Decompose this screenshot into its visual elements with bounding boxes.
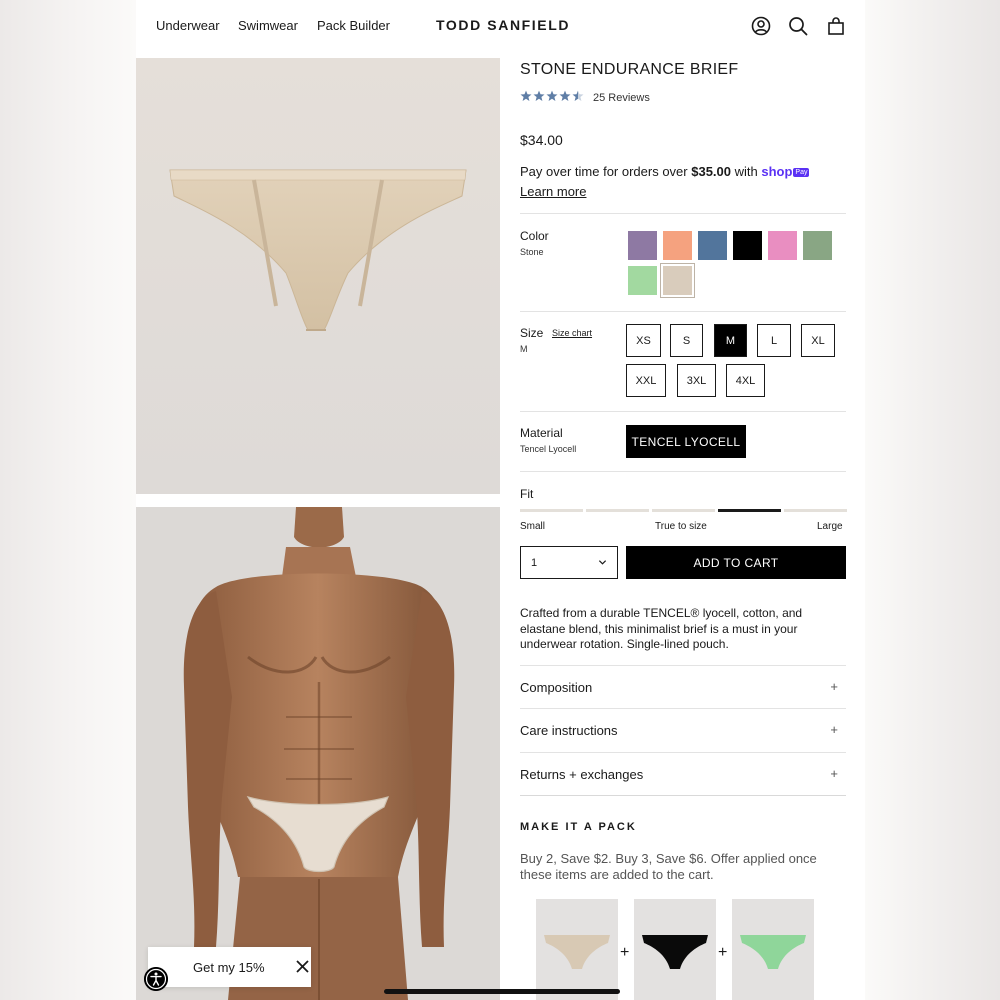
chevron-down-icon: [598, 560, 607, 565]
size-option-xs[interactable]: XS: [626, 324, 661, 357]
color-swatch-orange[interactable]: [663, 231, 692, 260]
material-label: Material: [520, 426, 563, 440]
nav-swimwear[interactable]: Swimwear: [238, 18, 298, 33]
plus-icon: +: [830, 722, 838, 737]
reviews-link[interactable]: 25 Reviews: [593, 92, 650, 104]
size-option-3xl[interactable]: 3XL: [677, 364, 716, 397]
plus-icon: +: [830, 766, 838, 781]
pay-with: with: [731, 164, 762, 179]
color-swatch-stone[interactable]: [660, 263, 695, 298]
divider: [520, 471, 846, 472]
promo-banner[interactable]: Get my 15%: [148, 947, 311, 987]
nav-underwear[interactable]: Underwear: [156, 18, 220, 33]
fit-label-large: Large: [817, 521, 843, 532]
accessibility-icon[interactable]: [144, 967, 168, 991]
home-indicator: [384, 989, 620, 994]
color-swatch-mint[interactable]: [628, 266, 657, 295]
star-icon: [533, 90, 545, 101]
brand-logo[interactable]: TODD SANFIELD: [436, 17, 570, 33]
fit-segment: [718, 509, 781, 512]
star-icon: [559, 90, 571, 101]
divider: [520, 411, 846, 412]
pay-threshold: $35.00: [691, 164, 731, 179]
accordion-care-instructions[interactable]: Care instructions +: [520, 709, 846, 752]
fit-label-small: Small: [520, 521, 546, 532]
model-illustration: [136, 507, 500, 1000]
close-icon[interactable]: [295, 959, 310, 974]
accordion-label: Composition: [520, 680, 593, 695]
size-option-s[interactable]: S: [670, 324, 703, 357]
color-swatch-sage[interactable]: [803, 231, 832, 260]
accordion-label: Returns + exchanges: [520, 767, 644, 782]
material-tencel-button[interactable]: TENCEL LYOCELL: [626, 425, 746, 458]
pack-plus-icon: +: [620, 944, 630, 961]
size-selected: M: [520, 344, 528, 354]
pack-brief-image: [740, 935, 806, 969]
size-option-xxl[interactable]: XXL: [626, 364, 666, 397]
pack-item-stone[interactable]: [536, 899, 618, 1000]
cart-icon[interactable]: [825, 15, 847, 37]
fit-segment: [520, 509, 583, 512]
divider: [520, 213, 846, 214]
pack-item-mint[interactable]: [732, 899, 814, 1000]
price: $34.00: [520, 132, 563, 148]
brief-illustration: [136, 58, 500, 494]
pay-text: Pay over time for orders over: [520, 164, 692, 179]
pack-plus-icon: +: [718, 944, 728, 961]
color-swatch-pink[interactable]: [768, 231, 797, 260]
add-to-cart-button[interactable]: ADD TO CART: [626, 546, 846, 579]
color-swatch-black[interactable]: [733, 231, 762, 260]
pack-item-black[interactable]: [634, 899, 716, 1000]
nav-pack-builder[interactable]: Pack Builder: [317, 18, 390, 33]
pack-description: Buy 2, Save $2. Buy 3, Save $6. Offer ap…: [520, 851, 817, 882]
promo-text: Get my 15%: [193, 960, 265, 975]
quantity-select[interactable]: 1: [520, 546, 618, 579]
product-page: Underwear Swimwear Pack Builder TODD SAN…: [136, 0, 865, 1000]
product-description: Crafted from a durable TENCEL® lyocell, …: [520, 606, 803, 651]
product-image-flat[interactable]: [136, 58, 500, 494]
quantity-value: 1: [531, 557, 538, 569]
size-option-xl[interactable]: XL: [801, 324, 835, 357]
accordion-label: Care instructions: [520, 723, 618, 738]
pay-over-time: Pay over time for orders over $35.00 wit…: [520, 164, 810, 179]
size-option-l[interactable]: L: [757, 324, 791, 357]
product-image-model[interactable]: [136, 507, 500, 1000]
fit-label-true: True to size: [655, 521, 707, 532]
shop-pay-logo: shop: [761, 164, 793, 179]
star-icon: [520, 90, 532, 101]
pack-title: MAKE IT A PACK: [520, 821, 637, 833]
fit-segment: [586, 509, 649, 512]
accordion-returns-exchanges[interactable]: Returns + exchanges +: [520, 753, 846, 796]
site-header: Underwear Swimwear Pack Builder TODD SAN…: [136, 0, 865, 56]
product-title: STONE ENDURANCE BRIEF: [520, 61, 739, 78]
color-label: Color: [520, 229, 549, 243]
star-icon: [546, 90, 558, 101]
half-star-icon: [572, 90, 584, 101]
pack-brief-image: [642, 935, 708, 969]
size-label: Size: [520, 326, 544, 340]
divider: [520, 311, 846, 312]
shop-pay-badge: Pay: [793, 168, 810, 178]
size-option-m[interactable]: M: [714, 324, 747, 357]
color-swatch-purple[interactable]: [628, 231, 657, 260]
color-selected: Stone: [520, 247, 544, 257]
learn-more-link[interactable]: Learn more: [520, 184, 586, 199]
fit-segment: [784, 509, 847, 512]
pack-brief-image: [544, 935, 610, 969]
fit-segment: [652, 509, 715, 512]
account-icon[interactable]: [750, 15, 772, 37]
material-selected: Tencel Lyocell: [520, 444, 577, 454]
fit-label: Fit: [520, 487, 534, 501]
size-option-4xl[interactable]: 4XL: [726, 364, 765, 397]
rating-stars[interactable]: [520, 90, 584, 102]
search-icon[interactable]: [787, 15, 809, 37]
color-swatch-blue[interactable]: [698, 231, 727, 260]
plus-icon: +: [830, 679, 838, 694]
divider: [520, 795, 846, 796]
accordion-composition[interactable]: Composition +: [520, 666, 846, 709]
size-chart-link[interactable]: Size chart: [552, 328, 592, 338]
